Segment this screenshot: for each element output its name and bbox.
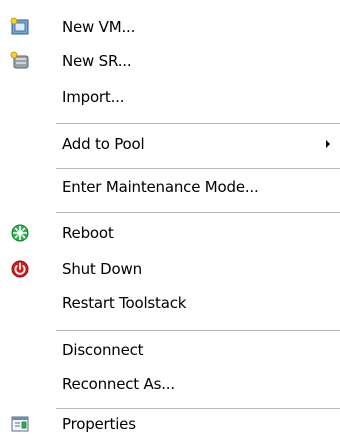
menu-item-label: Properties: [62, 415, 136, 433]
menu-item-new-sr[interactable]: New SR...: [0, 44, 340, 78]
menu-item-restart-toolstack[interactable]: Restart Toolstack: [0, 286, 340, 320]
menu-separator: [56, 168, 340, 169]
menu-item-import[interactable]: Import...: [0, 80, 340, 114]
menu-item-disconnect[interactable]: Disconnect: [0, 333, 340, 367]
menu-item-label: Import...: [62, 88, 125, 106]
menu-item-label: Shut Down: [62, 260, 142, 278]
menu-item-label: Reconnect As...: [62, 375, 175, 393]
menu-item-shut-down[interactable]: Shut Down: [0, 252, 340, 286]
menu-item-add-to-pool[interactable]: Add to Pool: [0, 127, 340, 161]
new-sr-icon: [10, 51, 30, 71]
menu-separator: [56, 330, 340, 331]
menu-item-reconnect-as[interactable]: Reconnect As...: [0, 367, 340, 401]
menu-item-label: New VM...: [62, 18, 136, 36]
context-menu: New VM... New SR... Import... Add to Poo…: [0, 0, 340, 437]
menu-item-label: Restart Toolstack: [62, 294, 187, 312]
menu-item-label: Disconnect: [62, 341, 144, 359]
submenu-arrow-icon: [326, 140, 330, 148]
menu-item-enter-maintenance-mode[interactable]: Enter Maintenance Mode...: [0, 170, 340, 204]
menu-item-label: New SR...: [62, 52, 132, 70]
menu-item-label: Enter Maintenance Mode...: [62, 178, 259, 196]
menu-separator: [56, 212, 340, 213]
new-vm-icon: [10, 17, 30, 37]
shutdown-icon: [10, 259, 30, 279]
menu-item-new-vm[interactable]: New VM...: [0, 10, 340, 44]
menu-item-label: Add to Pool: [62, 135, 145, 153]
menu-separator: [56, 123, 340, 124]
reboot-icon: [10, 223, 30, 243]
properties-icon: [10, 414, 30, 434]
menu-item-properties[interactable]: Properties: [0, 410, 340, 437]
menu-item-reboot[interactable]: Reboot: [0, 216, 340, 250]
menu-separator: [56, 408, 340, 409]
menu-item-label: Reboot: [62, 224, 114, 242]
